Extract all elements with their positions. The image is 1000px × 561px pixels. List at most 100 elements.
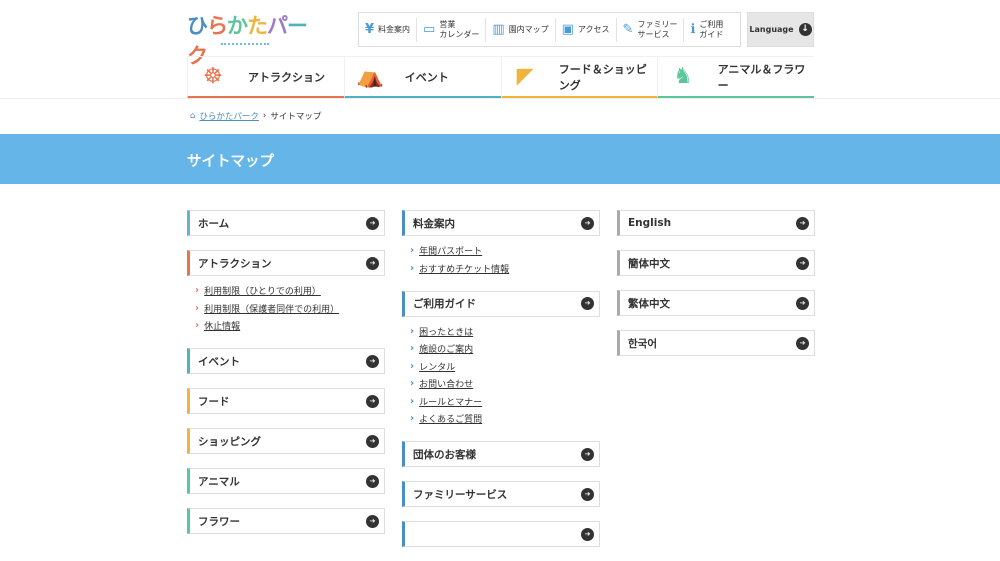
ferris-wheel-icon: ☸ (203, 64, 223, 89)
sub-link[interactable]: 困ったときは (419, 325, 473, 338)
sub-link-row: › よくあるご質問 (410, 410, 600, 427)
sitemap-link[interactable]: ショッピング ➔ (187, 428, 385, 455)
nav-tab-label: フード＆ショッピング (558, 62, 647, 92)
sub-link-row: › レンタル (410, 358, 600, 375)
chevron-right-icon: › (410, 412, 415, 424)
utility-item[interactable]: ▣ アクセス (556, 17, 617, 42)
sitemap-link[interactable]: アニマル ➔ (187, 468, 385, 495)
sitemap-link-label: アトラクション (198, 257, 272, 270)
arrow-right-icon: ➔ (366, 354, 379, 368)
sitemap-link[interactable]: 簡体中文 ➔ (617, 250, 815, 276)
sitemap-link[interactable]: フラワー ➔ (187, 508, 385, 535)
sub-link[interactable]: 施設のご案内 (419, 342, 473, 355)
sitemap-link-label: ご利用ガイド (413, 298, 476, 311)
sitemap-link-label: アニマル (198, 475, 240, 488)
sitemap-link[interactable]: English ➔ (617, 210, 815, 236)
arrow-right-icon: ➔ (581, 447, 594, 461)
sub-link-row: › 利用制限（ひとりでの利用） (195, 282, 385, 299)
sub-link-row: › お問い合わせ (410, 375, 600, 392)
nav-tab[interactable]: ♞ アニマル＆フラワー (657, 57, 814, 99)
breadcrumb: ⌂ ひらかたパーク › サイトマップ (190, 110, 321, 122)
sitemap-link-label: ファミリーサービス (413, 488, 508, 501)
chevron-right-icon: › (262, 111, 267, 121)
sitemap-link-label: ホーム (198, 217, 230, 230)
train-icon: ▣ (561, 21, 574, 37)
breadcrumb-current: サイトマップ (270, 112, 322, 122)
sub-links: › 年間パスポート › おすすめチケット情報 (410, 242, 600, 277)
sitemap-link-label: 料金案内 (413, 217, 455, 230)
sub-link[interactable]: 利用制限（ひとりでの利用） (204, 284, 321, 297)
utility-label: アクセス (577, 24, 610, 34)
sitemap-column-3: English ➔ 簡体中文 ➔ 繁体中文 ➔ 한국어 ➔ (617, 210, 815, 370)
sub-link[interactable]: ルールとマナー (419, 395, 482, 408)
chevron-right-icon: › (195, 302, 200, 314)
sub-link[interactable]: レンタル (419, 360, 455, 373)
sitemap-link[interactable]: アトラクション ➔ (187, 250, 385, 276)
sitemap-link-label: 繁体中文 (628, 297, 670, 310)
arrow-right-icon: ➔ (796, 256, 809, 270)
chevron-right-icon: › (195, 285, 200, 297)
global-nav: ☸ アトラクション ⛺ イベント ◤ フード＆ショッピング ♞ アニマル＆フラワー (187, 56, 814, 99)
sitemap-link-label: イベント (198, 355, 240, 368)
sub-link-row: › 困ったときは (410, 323, 600, 340)
sub-link[interactable]: おすすめチケット情報 (419, 262, 509, 275)
sub-link[interactable]: お問い合わせ (419, 377, 473, 390)
nav-tab-label: イベント (404, 70, 449, 84)
sub-link[interactable]: 年間パスポート (419, 244, 482, 257)
sitemap-link[interactable]: 한국어 ➔ (617, 330, 815, 356)
arrow-right-icon: ➔ (581, 487, 594, 501)
sitemap-link[interactable]: 団体のお客様 ➔ (402, 441, 600, 468)
nav-tab[interactable]: ☸ アトラクション (187, 57, 344, 99)
sub-links: › 困ったときは › 施設のご案内 › レンタル › お問い合わせ › ルールとマナー › よくあるご… (410, 323, 600, 427)
chevron-right-icon: › (410, 378, 415, 390)
sitemap-link[interactable]: 繁体中文 ➔ (617, 290, 815, 316)
arrow-right-icon: ➔ (366, 514, 379, 528)
sitemap-link[interactable]: ご利用ガイド ➔ (402, 290, 600, 317)
map-icon: ▥ (492, 21, 505, 37)
sitemap-link[interactable]: ホーム ➔ (187, 210, 385, 236)
arrow-right-icon: ➔ (581, 527, 594, 541)
arrow-right-icon: ➔ (796, 336, 809, 350)
arrow-right-icon: ➔ (366, 216, 379, 230)
utility-item[interactable]: ¥ 料金案内 (359, 17, 418, 42)
utility-item[interactable]: ℹ ご利用 ガイド (684, 18, 729, 42)
arrow-right-icon: ➔ (366, 394, 379, 408)
sitemap-link[interactable]: ➔ (402, 521, 600, 548)
breadcrumb-home[interactable]: ひらかたパーク (199, 110, 259, 122)
nav-tab-label: アニマル＆フラワー (717, 62, 806, 92)
sitemap-link[interactable]: フード ➔ (187, 388, 385, 415)
title-bar: サイトマップ (0, 134, 1000, 184)
sub-link[interactable]: 休止情報 (204, 319, 240, 332)
sub-link-row: › 年間パスポート (410, 242, 600, 259)
tent-icon: ⛺ (356, 64, 385, 89)
chevron-right-icon: › (410, 245, 415, 257)
nav-tab[interactable]: ⛺ イベント (343, 57, 501, 99)
sitemap-link[interactable]: イベント ➔ (187, 348, 385, 375)
bottle-icon: ✎ (622, 21, 634, 37)
language-button[interactable]: Language ↓ (747, 12, 814, 47)
sitemap-link[interactable]: ファミリーサービス ➔ (402, 481, 600, 508)
divider (0, 98, 1000, 99)
utility-item[interactable]: ✎ ファミリー サービス (617, 17, 685, 42)
utility-label: 園内マップ (508, 24, 549, 34)
sitemap-link-label: フラワー (198, 515, 240, 528)
sitemap-link-label: ショッピング (198, 435, 261, 448)
utility-item[interactable]: ▭ 営業 カレンダー (417, 17, 487, 42)
chevron-right-icon: › (195, 319, 200, 331)
arrow-right-icon: ➔ (796, 296, 809, 310)
sitemap-column-1: ホーム ➔ アトラクション ➔ › 利用制限（ひとりでの利用） › 利用制限（保護者同伴での利… (187, 210, 385, 548)
alpaca-icon: ♞ (673, 64, 693, 89)
chevron-right-icon: › (410, 325, 415, 337)
utility-item[interactable]: ▥ 園内マップ (486, 17, 556, 42)
site-logo[interactable]: ひらかたパーク (187, 10, 312, 68)
sub-link[interactable]: よくあるご質問 (419, 412, 482, 425)
arrow-right-icon: ➔ (366, 256, 379, 270)
sub-link[interactable]: 利用制限（保護者同伴での利用） (204, 302, 339, 315)
nav-tab[interactable]: ◤ フード＆ショッピング (500, 57, 658, 99)
sitemap-link[interactable]: 料金案内 ➔ (402, 210, 600, 236)
sub-link-row: › 利用制限（保護者同伴での利用） (195, 299, 385, 316)
chevron-right-icon: › (410, 343, 415, 355)
sub-link-row: › おすすめチケット情報 (410, 259, 600, 276)
utility-label: ご利用 ガイド (699, 19, 724, 39)
ice-cream-icon: ◤ (516, 64, 534, 89)
